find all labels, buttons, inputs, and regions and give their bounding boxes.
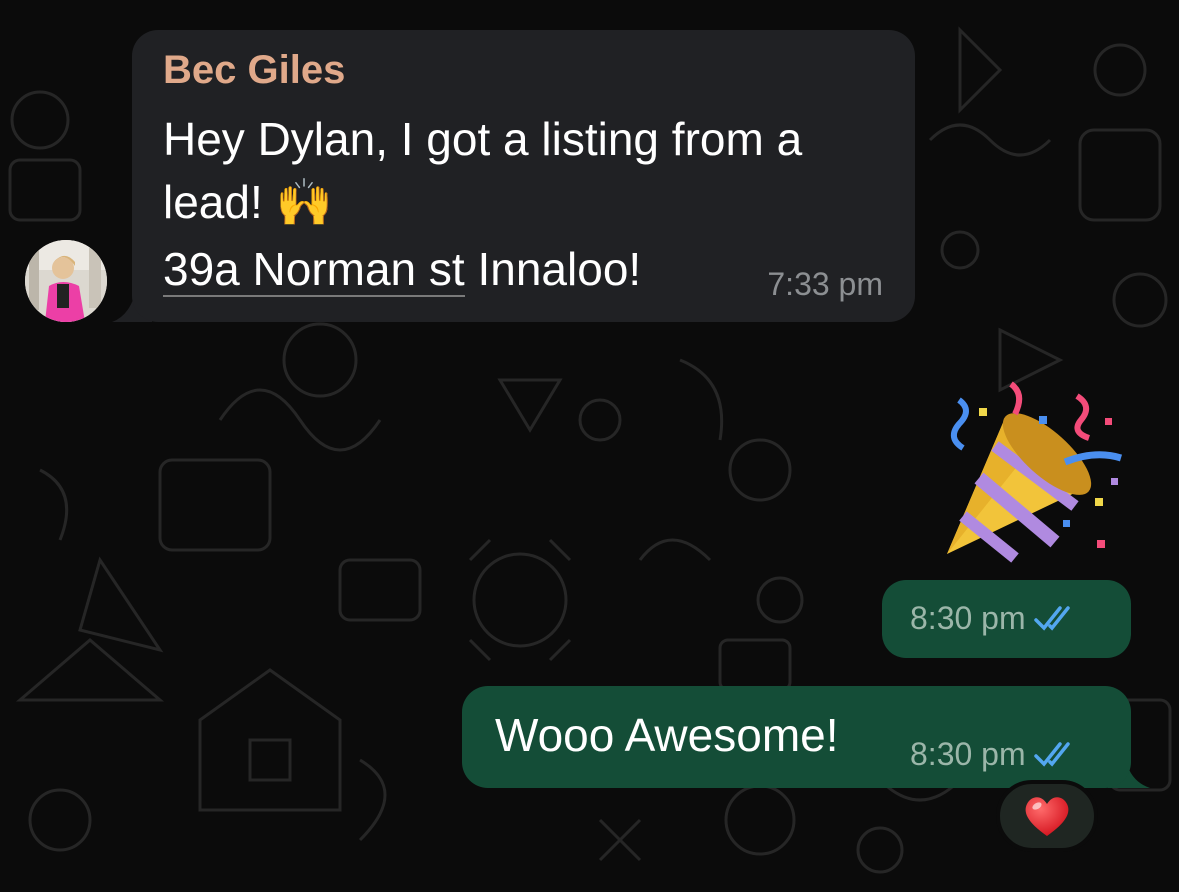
read-receipt-icon — [1033, 741, 1070, 767]
avatar-photo — [25, 240, 107, 322]
incoming-message-bubble[interactable]: Bec Giles Hey Dylan, I got a listing fro… — [132, 30, 915, 322]
outgoing-message-bubble[interactable]: Wooo Awesome! 8:30 pm — [462, 686, 1131, 788]
message-reaction[interactable] — [996, 780, 1098, 852]
heart-reaction-icon — [1025, 797, 1069, 836]
message-timestamp: 8:30 pm — [910, 736, 1026, 772]
contact-avatar[interactable] — [25, 240, 107, 322]
sender-name[interactable]: Bec Giles — [163, 48, 345, 93]
message-timestamp: 7:33 pm — [767, 266, 883, 302]
outgoing-emoji-meta-bubble[interactable]: 8:30 pm — [882, 580, 1131, 658]
party-popper-emoji[interactable] — [935, 378, 1135, 578]
message-meta: 8:30 pm — [910, 600, 1078, 637]
address-suffix: Innaloo! — [464, 243, 642, 295]
read-receipt-icon — [1033, 605, 1070, 631]
message-text: Hey Dylan, I got a listing from a lead! … — [163, 113, 803, 228]
message-text: Wooo Awesome! — [495, 709, 839, 761]
message-timestamp: 8:30 pm — [910, 600, 1026, 636]
message-meta: 8:30 pm — [910, 736, 1078, 773]
address-link[interactable]: 39a Norman st — [163, 243, 465, 297]
message-address-line: 39a Norman st Innaloo! — [163, 238, 641, 301]
